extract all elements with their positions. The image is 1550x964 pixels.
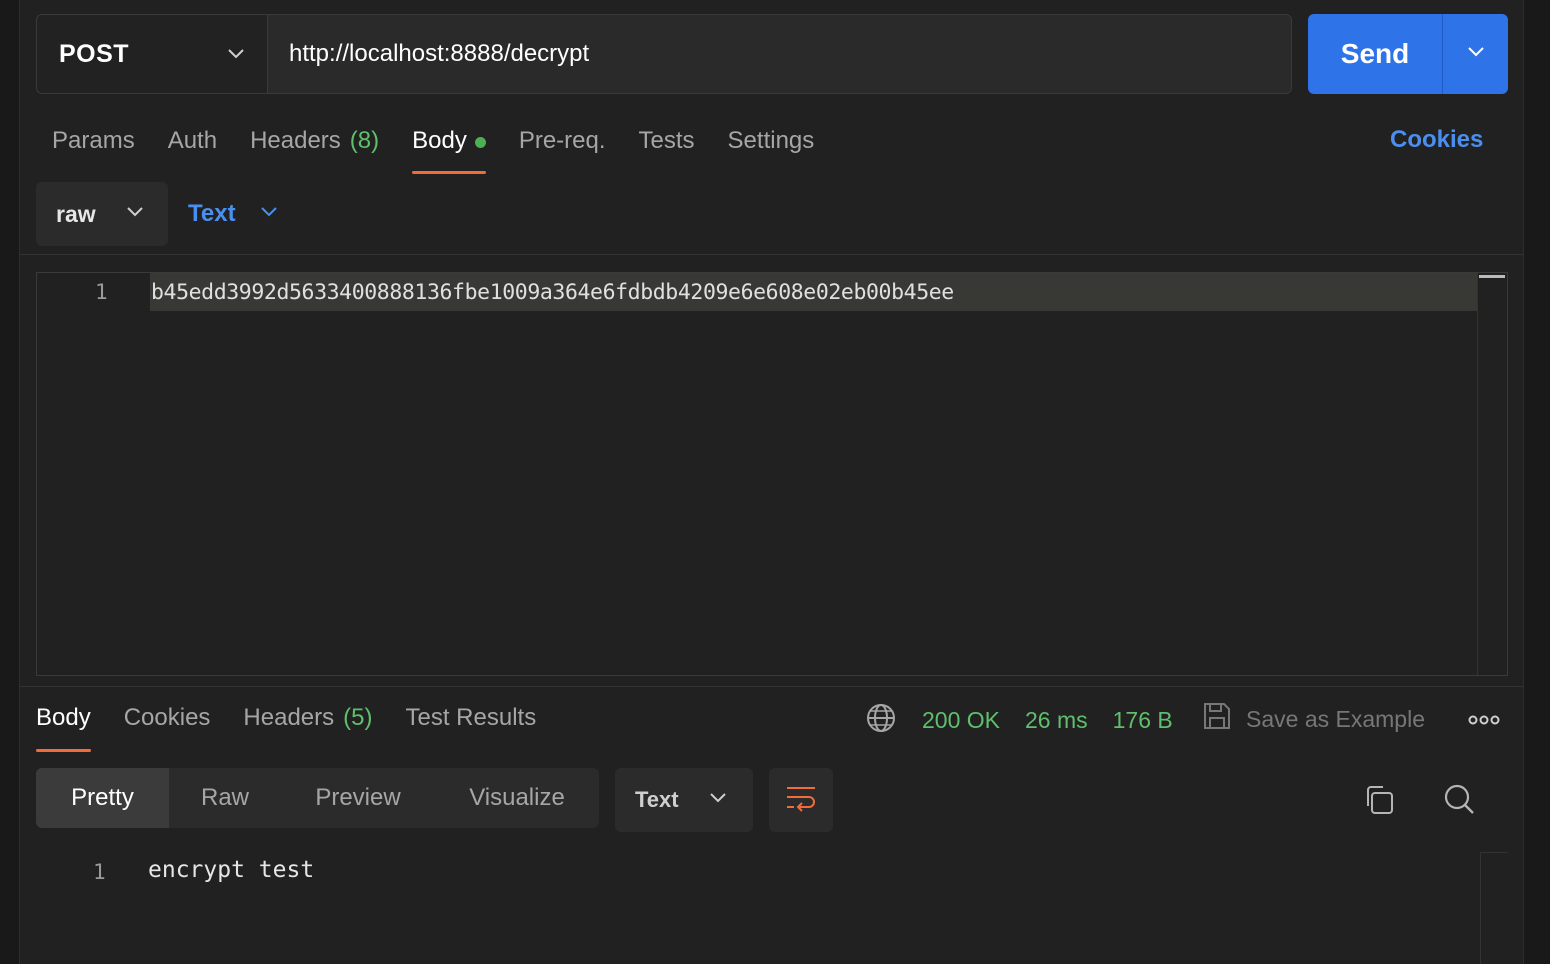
tab-label: Cookies — [123, 704, 211, 731]
chevron-down-icon — [1467, 45, 1485, 63]
request-body-editor[interactable]: 1 b45edd3992d5633400888136fbe1009a364e6f… — [36, 272, 1508, 676]
tab-label: Test Results — [405, 704, 537, 731]
response-body-text[interactable]: encrypt test — [148, 857, 314, 883]
response-format-label: Text — [635, 787, 679, 812]
response-size[interactable]: 176 B — [1113, 707, 1173, 734]
url-input[interactable]: http://localhost:8888/decrypt — [268, 15, 1291, 93]
body-format-select[interactable]: Text — [188, 182, 278, 246]
scrollbar-thumb[interactable] — [1479, 275, 1505, 278]
body-type-select[interactable]: raw — [36, 182, 168, 246]
status-code[interactable]: 200 OK — [922, 707, 1000, 734]
save-as-example-label: Save as Example — [1246, 705, 1425, 732]
chevron-down-icon — [260, 205, 278, 223]
tab-label: Body — [36, 704, 91, 731]
send-button[interactable]: Send — [1308, 14, 1443, 94]
editor-scrollbar[interactable] — [1477, 273, 1507, 675]
view-mode-pretty[interactable]: Pretty — [36, 768, 169, 828]
view-mode-raw[interactable]: Raw — [169, 768, 281, 828]
divider — [20, 686, 1523, 687]
send-options-button[interactable] — [1443, 14, 1508, 94]
response-view-modes: Pretty Raw Preview Visualize — [36, 768, 599, 828]
save-as-example-button[interactable]: Save as Example — [1202, 701, 1425, 737]
tab-label: Headers — [243, 704, 335, 731]
tab-body[interactable]: Body — [412, 118, 486, 174]
response-tab-test-results[interactable]: Test Results — [405, 700, 536, 752]
tab-label: Auth — [167, 127, 218, 154]
tab-label: Settings — [727, 127, 815, 154]
search-icon[interactable] — [1442, 782, 1476, 821]
divider — [20, 254, 1523, 255]
method-select[interactable]: POST — [37, 15, 268, 93]
line-number: 1 — [93, 860, 106, 884]
chevron-down-icon — [227, 48, 245, 60]
response-tabs: Body Cookies Headers (5) Test Results — [36, 700, 569, 752]
response-status: 200 OK 26 ms 176 B — [866, 703, 1173, 737]
response-time[interactable]: 26 ms — [1025, 707, 1088, 734]
left-sidebar-edge — [0, 0, 20, 964]
tab-auth[interactable]: Auth — [168, 118, 217, 174]
tab-params[interactable]: Params — [52, 118, 135, 174]
tab-headers[interactable]: Headers (8) — [250, 118, 379, 174]
line-number: 1 — [95, 280, 108, 304]
cookies-link[interactable]: Cookies — [1390, 126, 1483, 154]
tab-settings[interactable]: Settings — [728, 118, 815, 174]
headers-count: (8) — [349, 127, 380, 154]
request-tabs: Params Auth Headers (8) Body Pre-req. Tes… — [52, 118, 847, 174]
editor-text[interactable]: b45edd3992d5633400888136fbe1009a364e6fdb… — [151, 280, 954, 305]
tab-prereq[interactable]: Pre-req. — [519, 118, 606, 174]
method-label: POST — [59, 39, 130, 68]
wrap-lines-icon — [785, 784, 817, 817]
editor-line: 1 b45edd3992d5633400888136fbe1009a364e6f… — [37, 273, 1478, 311]
body-indicator-dot — [474, 137, 486, 148]
tab-label: Tests — [638, 127, 695, 154]
response-scrollbar[interactable] — [1480, 852, 1508, 964]
tab-tests[interactable]: Tests — [639, 118, 695, 174]
response-body-line: 1 encrypt test — [36, 852, 1476, 892]
tab-label: Pre-req. — [518, 127, 606, 154]
headers-count: (5) — [343, 704, 373, 731]
response-tab-cookies[interactable]: Cookies — [124, 700, 211, 752]
tab-label: Body — [412, 127, 467, 154]
body-format-label: Text — [188, 200, 236, 227]
chevron-down-icon — [709, 791, 727, 809]
tab-label: Headers — [250, 127, 341, 154]
save-icon — [1202, 701, 1232, 737]
globe-icon[interactable] — [866, 703, 896, 738]
body-type-label: raw — [56, 200, 96, 227]
response-format-select[interactable]: Text — [615, 768, 753, 832]
request-url-bar: POST http://localhost:8888/decrypt — [36, 14, 1292, 94]
right-sidebar-edge — [1523, 0, 1550, 964]
wrap-lines-button[interactable] — [769, 768, 833, 832]
response-tab-body[interactable]: Body — [36, 700, 91, 752]
response-tab-headers[interactable]: Headers (5) — [243, 700, 372, 752]
send-button-group: Send — [1308, 14, 1508, 94]
view-mode-visualize[interactable]: Visualize — [435, 768, 599, 828]
tab-label: Params — [52, 127, 135, 154]
copy-icon[interactable] — [1363, 784, 1395, 821]
chevron-down-icon — [126, 205, 144, 223]
more-options-icon[interactable] — [1468, 713, 1500, 731]
view-mode-preview[interactable]: Preview — [281, 768, 435, 828]
